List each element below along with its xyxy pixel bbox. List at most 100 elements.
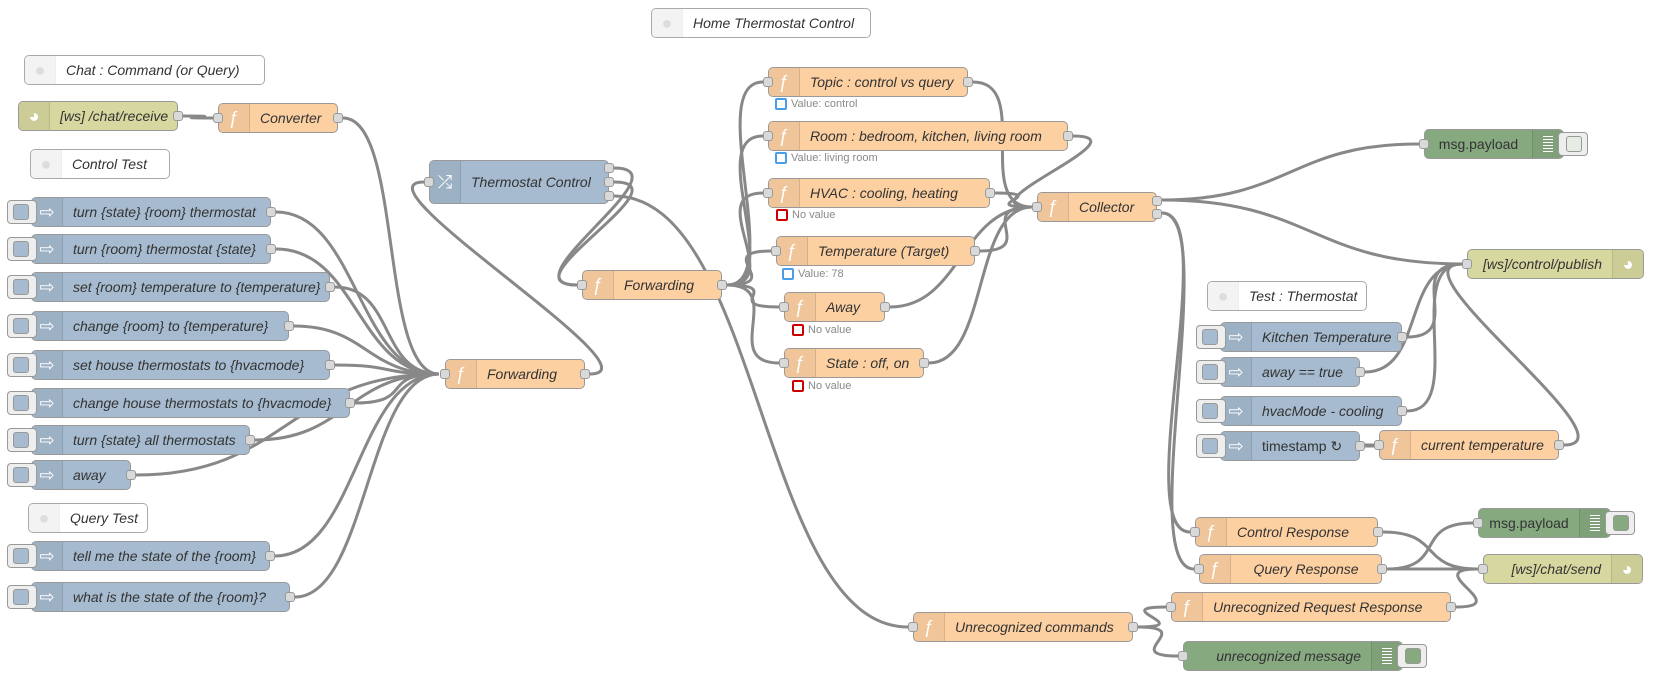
state-node[interactable]: ƒ State : off, on <box>779 348 929 378</box>
input-port[interactable] <box>577 280 587 290</box>
input-port[interactable] <box>1194 564 1204 574</box>
inject-button[interactable] <box>1196 434 1226 458</box>
input-port[interactable] <box>779 358 789 368</box>
wire[interactable] <box>1161 211 1191 534</box>
debug-msg-payload-top-node[interactable]: msg.payload <box>1419 129 1588 159</box>
output-port[interactable] <box>126 470 136 480</box>
output-port[interactable] <box>604 177 614 187</box>
output-port[interactable] <box>1063 131 1073 141</box>
comment-control-test[interactable]: ● Control Test <box>30 149 170 179</box>
output-port[interactable] <box>325 282 335 292</box>
wire[interactable] <box>1161 211 1195 571</box>
input-port[interactable] <box>1478 564 1488 574</box>
wire[interactable] <box>1364 262 1463 374</box>
inject-node[interactable]: ⇨ hvacMode - cooling <box>1196 396 1407 426</box>
inject-button[interactable] <box>1196 399 1226 423</box>
forwarding-left-node[interactable]: ƒ Forwarding <box>440 359 590 389</box>
input-port[interactable] <box>763 188 773 198</box>
control-response-node[interactable]: ƒ Control Response <box>1190 517 1383 547</box>
room-node[interactable]: ƒ Room : bedroom, kitchen, living room <box>763 121 1073 151</box>
output-port[interactable] <box>604 191 614 201</box>
wire[interactable] <box>1455 567 1479 609</box>
wire[interactable] <box>726 283 780 365</box>
inject-button[interactable] <box>7 237 37 261</box>
inject-button[interactable] <box>1196 360 1226 384</box>
output-port[interactable] <box>604 163 614 173</box>
inject-node[interactable]: ⇨ turn {room} thermostat {state} <box>7 234 276 264</box>
wire[interactable] <box>1161 198 1463 266</box>
wire[interactable] <box>726 134 764 287</box>
comment-query-test[interactable]: ● Query Test <box>28 503 148 533</box>
wire[interactable] <box>726 80 764 287</box>
unrecognized-request-response-node[interactable]: ƒ Unrecognized Request Response <box>1166 592 1456 622</box>
input-port[interactable] <box>763 77 773 87</box>
inject-node[interactable]: ⇨ Kitchen Temperature <box>1196 322 1407 352</box>
inject-node[interactable]: ⇨ change {room} to {temperature} <box>7 311 294 341</box>
inject-button[interactable] <box>7 463 37 487</box>
output-port[interactable] <box>245 435 255 445</box>
output-port[interactable] <box>1128 622 1138 632</box>
input-port[interactable] <box>1032 202 1042 212</box>
collector-node[interactable]: ƒ Collector <box>1032 192 1162 222</box>
inject-button[interactable] <box>7 314 37 338</box>
output-port[interactable] <box>963 77 973 87</box>
input-port[interactable] <box>908 622 918 632</box>
inject-node[interactable]: ⇨ what is the state of the {room}? <box>7 582 295 612</box>
input-port[interactable] <box>1166 602 1176 612</box>
output-port[interactable] <box>266 244 276 254</box>
output-port[interactable] <box>970 246 980 256</box>
input-port[interactable] <box>1419 139 1429 149</box>
output-port[interactable] <box>284 321 294 331</box>
inject-button[interactable] <box>7 428 37 452</box>
input-port[interactable] <box>1462 259 1472 269</box>
debug-toggle-button[interactable] <box>1558 132 1588 156</box>
input-port[interactable] <box>440 369 450 379</box>
debug-unrecognized-message-node[interactable]: unrecognized message <box>1178 641 1427 671</box>
current-temperature-node[interactable]: ƒ current temperature <box>1374 430 1564 460</box>
comment-chat[interactable]: ● Chat : Command (or Query) <box>24 55 265 85</box>
output-port[interactable] <box>1377 564 1387 574</box>
inject-node[interactable]: ⇨ away == true <box>1196 357 1365 387</box>
inject-button[interactable] <box>7 275 37 299</box>
output-port[interactable] <box>325 360 335 370</box>
output-port[interactable] <box>1554 440 1564 450</box>
output-port[interactable] <box>266 207 276 217</box>
ws-chat-send-node[interactable]: [ws]/chat/send ◕ <box>1478 554 1643 584</box>
ws-control-publish-node[interactable]: [ws]/control/publish ◕ <box>1462 249 1644 279</box>
debug-msg-payload-mid-node[interactable]: msg.payload <box>1473 508 1635 538</box>
inject-button[interactable] <box>7 544 37 568</box>
input-port[interactable] <box>1190 527 1200 537</box>
away-node[interactable]: ƒ Away <box>779 292 890 322</box>
query-response-node[interactable]: ƒ Query Response <box>1194 554 1387 584</box>
inject-node[interactable]: ⇨ away <box>7 460 136 490</box>
output-port[interactable] <box>1397 406 1407 416</box>
wire[interactable] <box>994 191 1033 209</box>
inject-node[interactable]: ⇨ set house thermostats to {hvacmode} <box>7 350 335 380</box>
output-port[interactable] <box>333 113 343 123</box>
inject-node[interactable]: ⇨ tell me the state of the {room} <box>7 541 275 571</box>
output-port[interactable] <box>1152 196 1162 206</box>
output-port[interactable] <box>173 111 183 121</box>
wire[interactable] <box>726 249 772 287</box>
debug-toggle-button[interactable] <box>1605 511 1635 535</box>
wire[interactable] <box>1161 142 1420 202</box>
output-port[interactable] <box>265 551 275 561</box>
output-port[interactable] <box>1355 441 1365 451</box>
input-port[interactable] <box>424 177 434 187</box>
wire[interactable] <box>1137 605 1167 629</box>
wire[interactable] <box>1446 262 1580 447</box>
topic-node[interactable]: ƒ Topic : control vs query <box>763 67 973 97</box>
inject-button[interactable] <box>7 391 37 415</box>
output-port[interactable] <box>1355 367 1365 377</box>
output-port[interactable] <box>919 358 929 368</box>
input-port[interactable] <box>1178 651 1188 661</box>
output-port[interactable] <box>1397 332 1407 342</box>
output-port[interactable] <box>285 592 295 602</box>
output-port[interactable] <box>1152 209 1162 219</box>
converter-node[interactable]: ƒ Converter <box>213 103 343 133</box>
input-port[interactable] <box>1374 440 1384 450</box>
output-port[interactable] <box>580 369 590 379</box>
ws-chat-receive-node[interactable]: ◕ [ws] /chat/receive <box>18 101 183 131</box>
wire[interactable] <box>411 180 603 376</box>
output-port[interactable] <box>1446 602 1456 612</box>
